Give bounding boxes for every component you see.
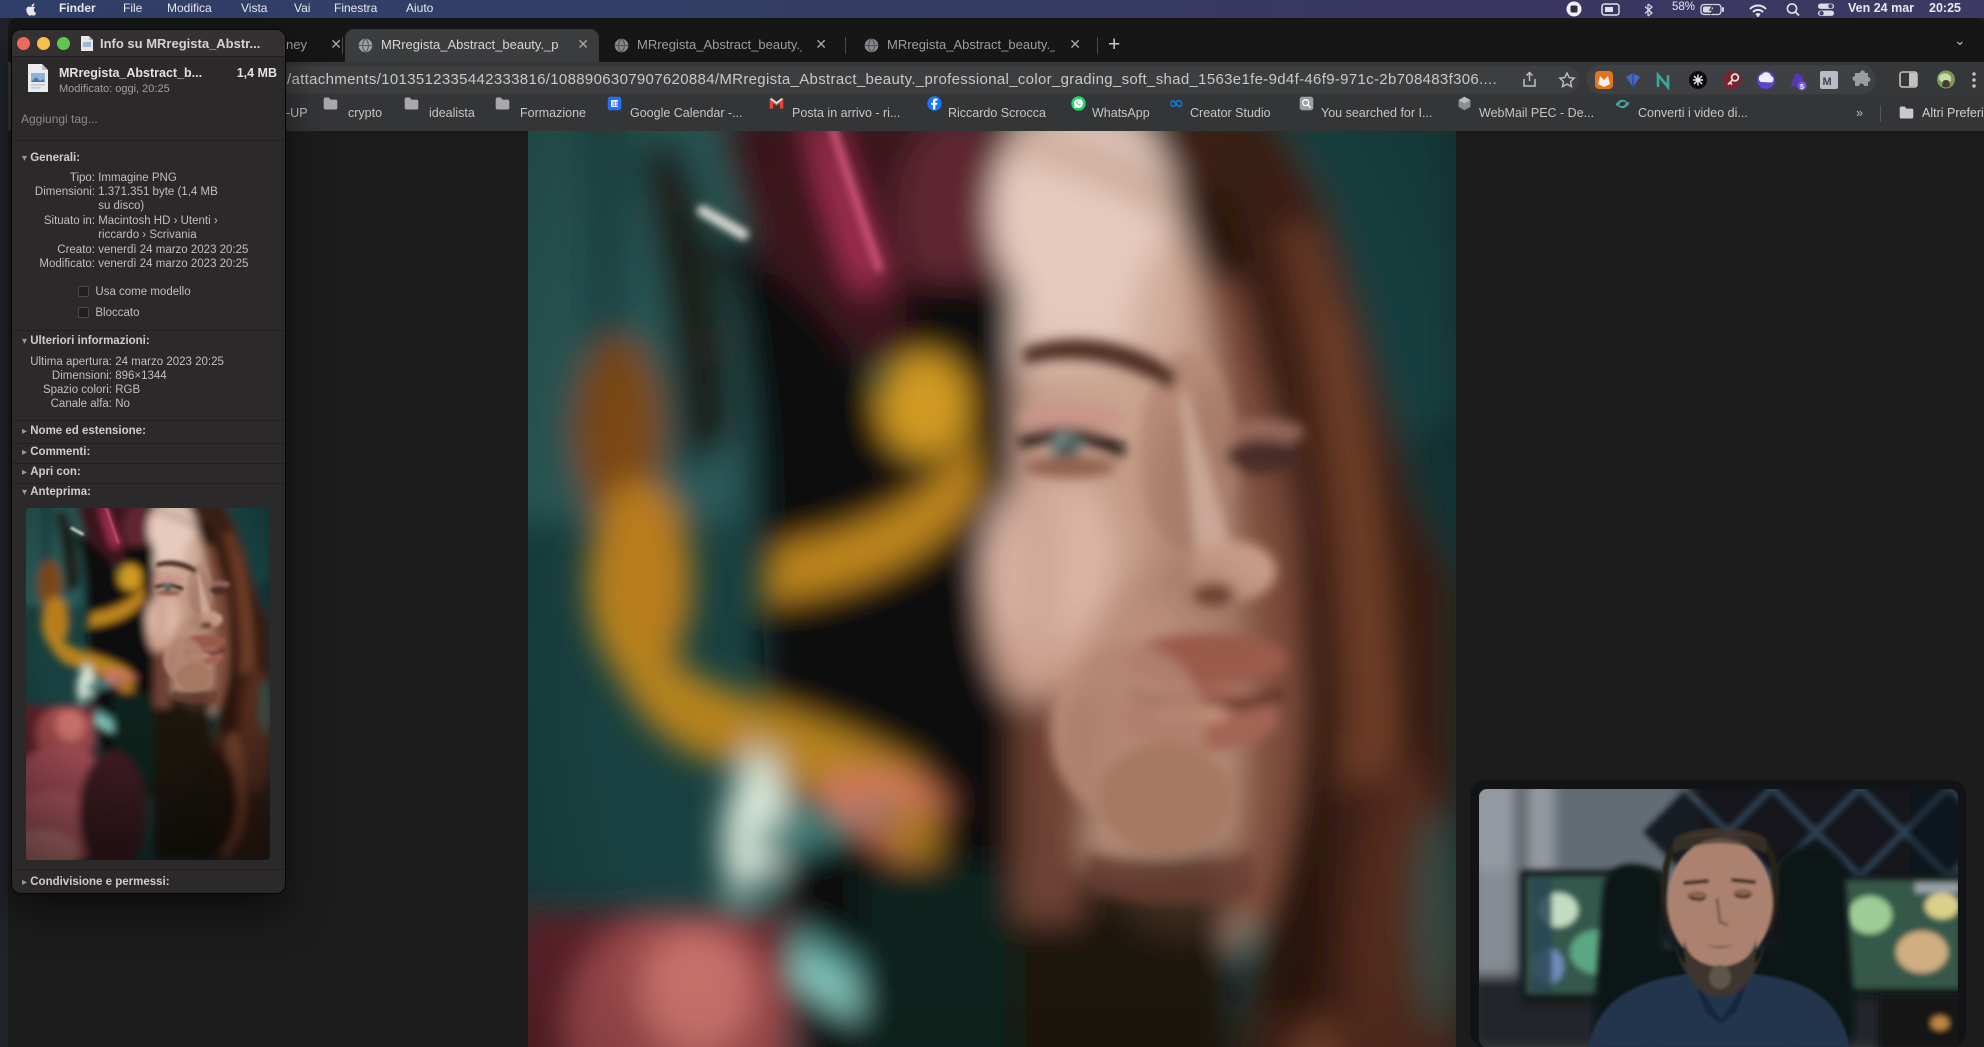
svg-text:31: 31 [612, 102, 619, 108]
svg-text:5: 5 [1800, 84, 1804, 91]
svg-text:M: M [1823, 76, 1832, 88]
